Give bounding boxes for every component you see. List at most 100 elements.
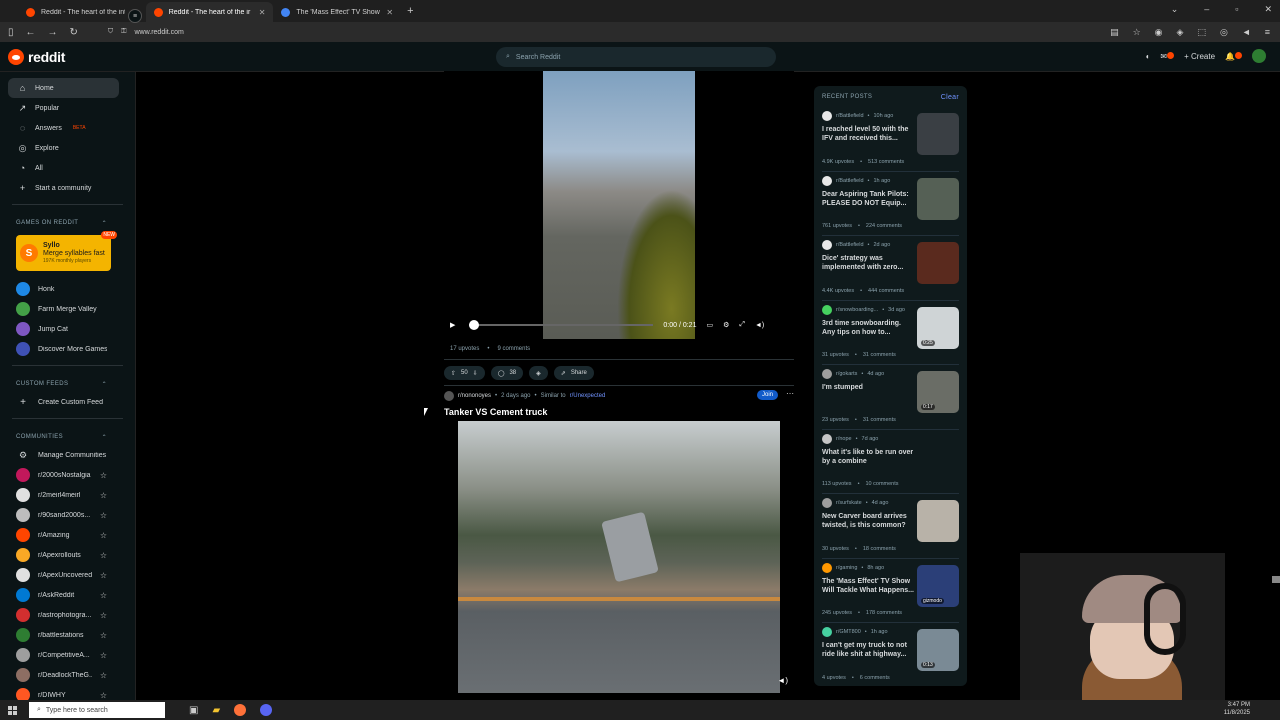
- recent-post-subreddit[interactable]: r/GMT800: [836, 629, 861, 635]
- minimize-icon[interactable]: –: [1204, 4, 1209, 15]
- taskbar-clock[interactable]: 3:47 PM 11/8/2025: [1224, 702, 1250, 718]
- close-tab-icon[interactable]: ✕: [386, 8, 393, 17]
- fullscreen-icon[interactable]: ⤢: [739, 321, 745, 329]
- sidebar-community-item[interactable]: r/battlestations ☆: [0, 625, 135, 645]
- sidebar-community-item[interactable]: r/CompetitiveA... ☆: [0, 645, 135, 665]
- file-explorer-icon[interactable]: ▰: [212, 705, 220, 716]
- discover-games-item[interactable]: Discover More Games: [0, 339, 135, 359]
- sidebar-community-item[interactable]: r/DIWHY ☆: [0, 685, 135, 700]
- sidebar-item-answers[interactable]: ◌ Answers BETA: [8, 118, 119, 138]
- manage-communities-item[interactable]: ⚙ Manage Communities: [0, 445, 135, 465]
- recent-post-item[interactable]: r/surfskate • 4d ago New Carver board arriv…: [822, 494, 959, 559]
- recent-post-title[interactable]: The 'Mass Effect' TV Show Will Tackle Wh…: [822, 577, 914, 596]
- reload-icon[interactable]: ↻: [70, 27, 78, 38]
- browser-tab[interactable]: The 'Mass Effect' TV Show Will ✕: [273, 2, 401, 22]
- play-icon[interactable]: ▶: [450, 321, 455, 329]
- close-tab-icon[interactable]: ✕: [259, 8, 266, 17]
- sidebar-item-popular[interactable]: ↗ Popular: [8, 98, 119, 118]
- downvote-icon[interactable]: ⇩: [473, 370, 478, 377]
- close-window-icon[interactable]: ✕: [1264, 4, 1272, 15]
- sidebar-community-item[interactable]: r/90sand2000s... ☆: [0, 505, 135, 525]
- user-avatar[interactable]: [1252, 49, 1266, 63]
- notifications-button[interactable]: 🔔: [1225, 51, 1242, 61]
- favorite-star-icon[interactable]: ☆: [100, 571, 107, 580]
- recent-post-item[interactable]: r/nope • 7d ago What it's like to be run ov…: [822, 430, 959, 494]
- favorite-star-icon[interactable]: ☆: [100, 551, 107, 560]
- new-tab-icon[interactable]: +: [407, 5, 413, 17]
- task-view-icon[interactable]: ▣: [189, 705, 198, 716]
- sidebar-community-item[interactable]: r/2000sNostalgia ☆: [0, 465, 135, 485]
- favorite-star-icon[interactable]: ☆: [100, 691, 107, 700]
- game-item[interactable]: Jump Cat: [0, 319, 135, 339]
- discord-icon[interactable]: [260, 704, 273, 716]
- recent-post-subreddit[interactable]: r/surfskate: [836, 500, 862, 506]
- speaker-icon[interactable]: ◄: [1242, 27, 1251, 38]
- vote-control[interactable]: ⇧ 50 ⇩: [444, 366, 485, 380]
- post-title[interactable]: Tanker VS Cement truck: [444, 407, 547, 417]
- reader-icon[interactable]: ▤: [1110, 27, 1119, 38]
- chevron-down-icon[interactable]: ⌄: [1171, 4, 1179, 15]
- sidebar-community-item[interactable]: r/astrophotogra... ☆: [0, 605, 135, 625]
- favorite-star-icon[interactable]: ☆: [100, 611, 107, 620]
- sidebar-community-item[interactable]: r/ApexUncovered ☆: [0, 565, 135, 585]
- extensions-icon[interactable]: ⬚: [1197, 27, 1206, 38]
- browser-tab[interactable]: Reddit - The heart of the interne ✕: [18, 2, 146, 22]
- share-button[interactable]: ⇗ Share: [553, 366, 594, 380]
- menu-icon[interactable]: ≡: [1265, 27, 1270, 38]
- clear-button[interactable]: Clear: [941, 94, 959, 101]
- recent-post-title[interactable]: Dear Aspiring Tank Pilots: PLEASE DO NOT…: [822, 190, 914, 209]
- recent-post-thumbnail[interactable]: 0:13: [917, 629, 959, 671]
- recent-post-thumbnail[interactable]: 0:17: [917, 371, 959, 413]
- captions-icon[interactable]: ▭: [706, 321, 713, 329]
- favorite-star-icon[interactable]: ☆: [100, 471, 107, 480]
- sidebar-community-item[interactable]: r/DeadlockTheG... ☆: [0, 665, 135, 685]
- recent-post-title[interactable]: I'm stumped: [822, 383, 914, 392]
- sidebar-item-home[interactable]: ⌂ Home: [8, 78, 119, 98]
- maximize-icon[interactable]: ▫: [1235, 4, 1238, 15]
- favorite-star-icon[interactable]: ☆: [100, 531, 107, 540]
- join-button[interactable]: Join: [756, 390, 778, 400]
- account-icon[interactable]: ◎: [1220, 27, 1228, 38]
- sidebar-item-start-community[interactable]: + Start a community: [8, 178, 119, 198]
- recent-post-item[interactable]: r/Battlefield • 1h ago Dear Aspiring Tank P…: [822, 172, 959, 236]
- volume-icon[interactable]: ◄): [755, 322, 764, 329]
- recent-post-subreddit[interactable]: r/Battlefield: [836, 242, 864, 248]
- communities-header[interactable]: COMMUNITIES ⌃: [0, 429, 135, 445]
- recent-post-thumbnail[interactable]: gizmodo: [917, 564, 959, 607]
- video-player[interactable]: [444, 71, 794, 339]
- sidebar-community-item[interactable]: r/AskReddit ☆: [0, 585, 135, 605]
- scrubber-handle[interactable]: [469, 320, 480, 330]
- recent-post-thumbnail[interactable]: [917, 177, 959, 220]
- chat-button[interactable]: ✉: [1160, 51, 1175, 61]
- pocket-icon[interactable]: ◈: [1177, 27, 1184, 38]
- recent-post-thumbnail[interactable]: 0:25: [917, 306, 959, 349]
- award-button[interactable]: ◈: [529, 366, 548, 380]
- volume-icon[interactable]: ◄): [777, 676, 788, 685]
- favorite-star-icon[interactable]: ☆: [100, 651, 107, 660]
- recent-post-subreddit[interactable]: r/gokarts: [836, 371, 857, 377]
- favorite-star-icon[interactable]: ☆: [100, 631, 107, 640]
- favorite-star-icon[interactable]: ☆: [100, 591, 107, 600]
- extension-icon[interactable]: ◉: [1155, 27, 1163, 38]
- create-button[interactable]: + Create: [1184, 52, 1215, 61]
- url-field[interactable]: ⛉ ⚿ www.reddit.com: [108, 28, 184, 36]
- favorite-star-icon[interactable]: ☆: [100, 511, 107, 520]
- upvote-icon[interactable]: ⇧: [451, 370, 456, 377]
- reddit-logo[interactable]: reddit: [8, 48, 65, 65]
- recent-post-title[interactable]: New Carver board arrives twisted, is thi…: [822, 512, 914, 531]
- recent-post-title[interactable]: What it's like to be run over by a combi…: [822, 448, 914, 467]
- recent-post-title[interactable]: I can't get my truck to not ride like sh…: [822, 641, 914, 660]
- recent-post-title[interactable]: 3rd time snowboarding. Any tips on how t…: [822, 319, 914, 338]
- subreddit-avatar[interactable]: [444, 391, 454, 401]
- recent-post-subreddit[interactable]: r/gaming: [836, 565, 857, 571]
- sidebar-community-item[interactable]: r/Apexrollouts ☆: [0, 545, 135, 565]
- recent-post-item[interactable]: r/gaming • 8h ago The 'Mass Effect' TV Show…: [822, 559, 959, 623]
- search-input[interactable]: ⌕ Search Reddit: [496, 47, 776, 67]
- forward-icon[interactable]: →: [48, 27, 58, 38]
- custom-feeds-header[interactable]: CUSTOM FEEDS ⌃: [0, 376, 135, 392]
- settings-gear-icon[interactable]: ⚙: [723, 321, 729, 329]
- taskbar-search-input[interactable]: ⌕ Type here to search: [29, 702, 165, 718]
- ads-icon[interactable]: ◐: [1146, 52, 1151, 61]
- recent-post-item[interactable]: r/Battlefield • 2d ago Dice' strategy was i…: [822, 236, 959, 301]
- recent-post-thumbnail[interactable]: [917, 113, 959, 155]
